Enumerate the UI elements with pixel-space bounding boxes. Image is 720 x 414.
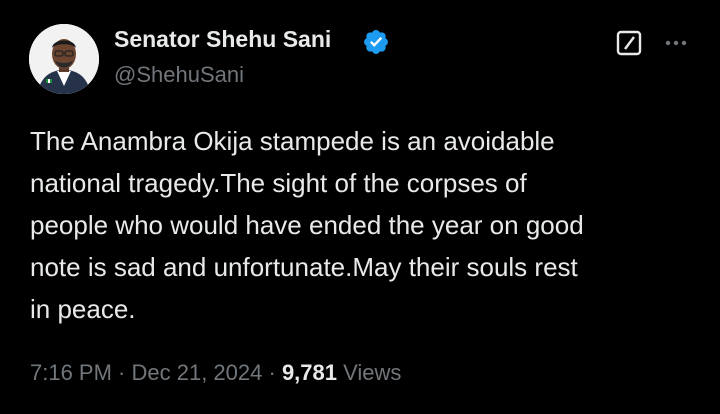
tweet-text-line: people who would have ended the year on … [30, 210, 584, 240]
views-label: Views [343, 360, 402, 385]
verified-badge-icon [364, 30, 388, 54]
tweet-metadata: 7:16 PM · Dec 21, 2024 · 9,781 Views [30, 360, 401, 386]
avatar-image [29, 24, 99, 94]
author-name[interactable]: Senator Shehu Sani [114, 26, 331, 53]
tweet-text-line: The Anambra Okija stampede is an avoidab… [30, 126, 555, 156]
tweet-date[interactable]: Dec 21, 2024 [132, 360, 263, 385]
tweet-time[interactable]: 7:16 PM [30, 360, 112, 385]
meta-separator: · [111, 360, 132, 385]
author-handle[interactable]: @ShehuSani [114, 62, 244, 88]
more-options-icon[interactable] [662, 30, 690, 56]
grok-icon[interactable] [615, 29, 643, 57]
tweet-text-line: in peace. [30, 294, 136, 324]
tweet-text-line: national tragedy.The sight of the corpse… [30, 168, 527, 198]
meta-separator: · [262, 360, 282, 385]
views-count: 9,781 [281, 360, 337, 385]
tweet-text-line: note is sad and unfortunate.May their so… [30, 252, 578, 282]
avatar[interactable] [29, 24, 99, 94]
tweet-card: Senator Shehu Sani @ShehuSani The Anambr… [0, 0, 720, 414]
tweet-text: The Anambra Okija stampede is an avoidab… [30, 120, 700, 330]
